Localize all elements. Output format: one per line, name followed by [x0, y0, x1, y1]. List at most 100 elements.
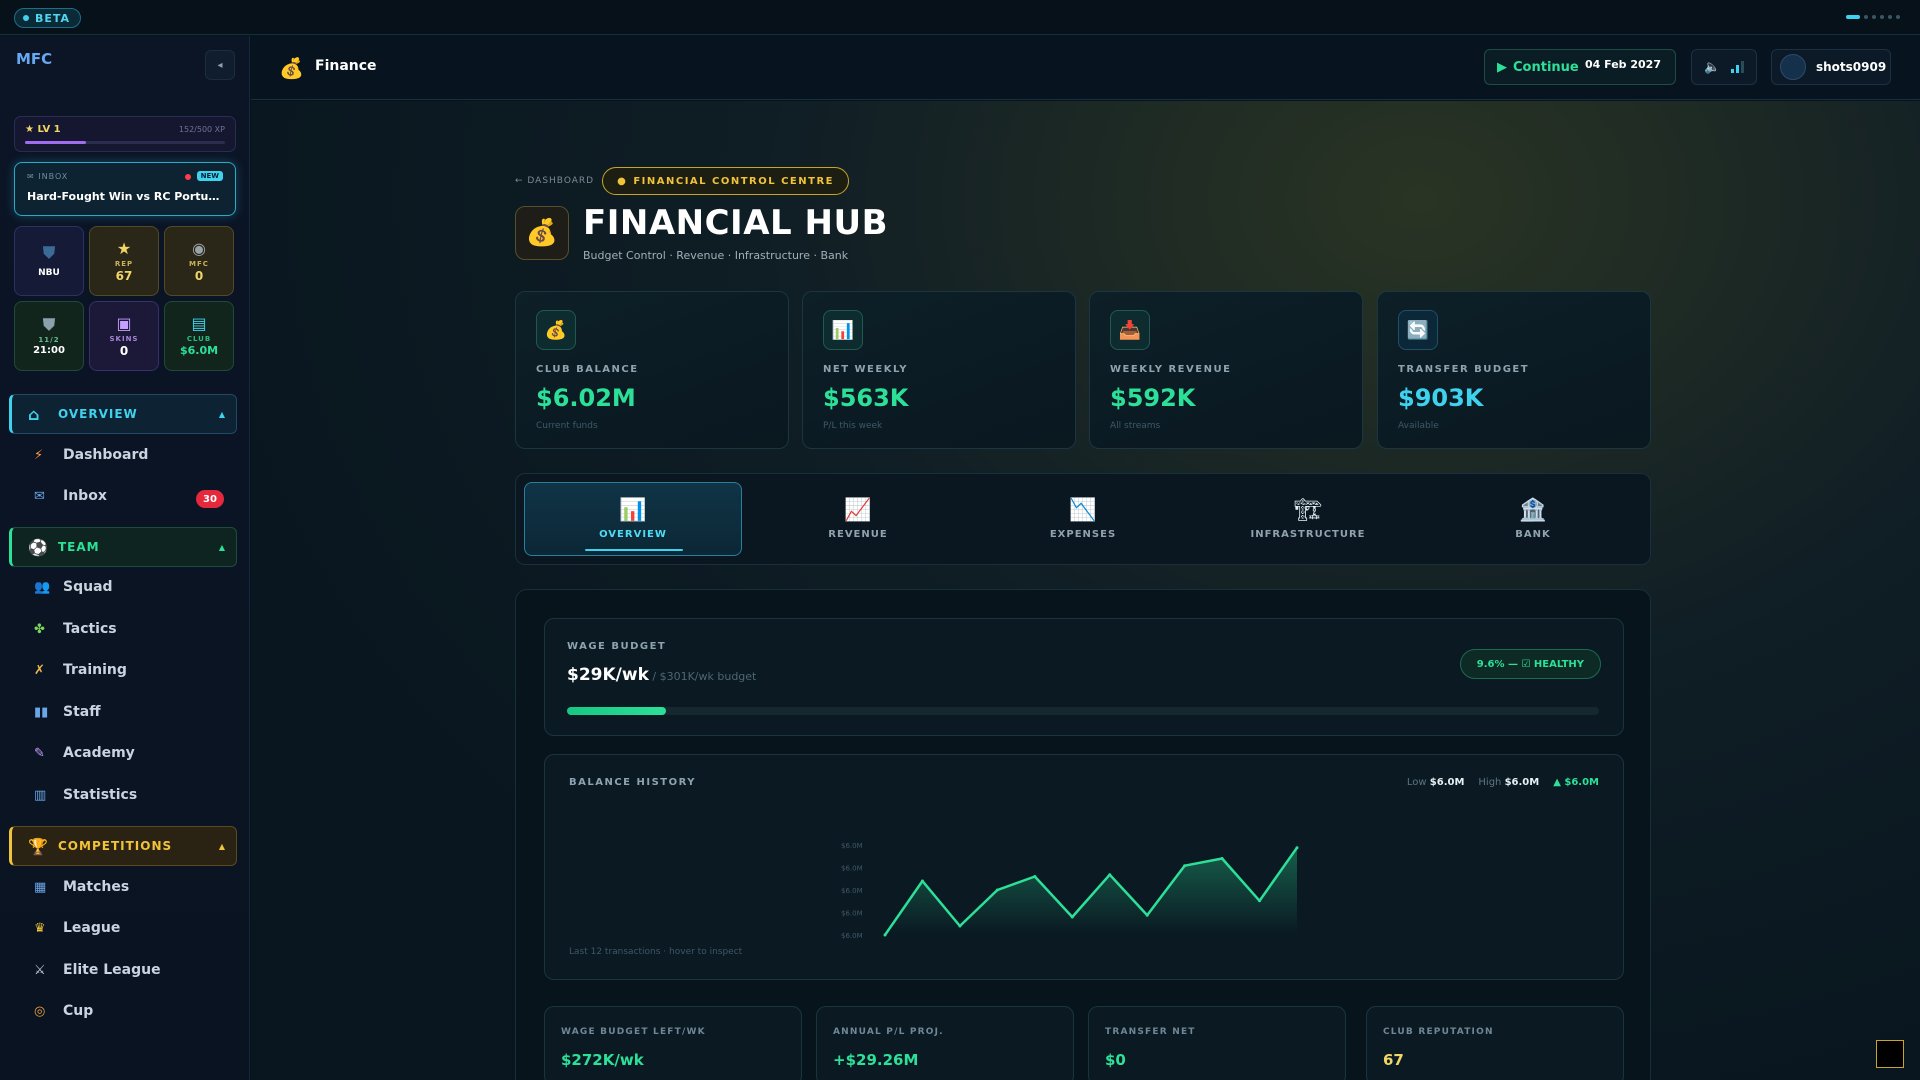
stat-sub: All streams: [1110, 421, 1161, 431]
nav-section-overview[interactable]: ⌂ OVERVIEW ▲: [9, 394, 237, 434]
tab-expenses[interactable]: 📉 EXPENSES: [974, 482, 1192, 556]
stat-label: CLUB BALANCE: [536, 364, 639, 375]
tile-club-balance[interactable]: ▤ CLUB $6.0M: [164, 301, 234, 371]
tile-value: NBU: [38, 268, 60, 278]
balance-point[interactable]: [958, 924, 962, 928]
nav-section-label: TEAM: [58, 540, 100, 554]
page-indicator[interactable]: [1846, 15, 1900, 19]
tab-label: REVENUE: [828, 528, 888, 540]
tab-bank[interactable]: 🏦 BANK: [1424, 482, 1642, 556]
back-to-dashboard-link[interactable]: ← DASHBOARD: [515, 176, 594, 186]
stat-club-reputation: CLUB REPUTATION 67: [1366, 1006, 1624, 1080]
sidebar-item-matches[interactable]: ▦ Matches: [34, 879, 129, 895]
user-profile-button[interactable]: shots0909: [1771, 49, 1891, 85]
tab-revenue[interactable]: 📈 REVENUE: [749, 482, 967, 556]
inbox-preview-message: Hard-Fought Win vs RC Portugal D3...: [27, 190, 227, 203]
trophy-icon: ♛: [34, 920, 46, 936]
sidebar-item-squad[interactable]: 👥 Squad: [34, 579, 113, 595]
wage-budget-value: $29K/wk / $301K/wk budget: [567, 665, 757, 685]
balance-point[interactable]: [1258, 899, 1262, 903]
balance-point[interactable]: [1033, 875, 1037, 878]
mini-stat-value: 67: [1383, 1051, 1404, 1069]
sidebar-collapse-button[interactable]: ◂: [205, 50, 235, 80]
sidebar-item-inbox[interactable]: ✉ Inbox: [34, 488, 107, 504]
sound-toggle[interactable]: 🔈: [1691, 49, 1757, 85]
beta-dot-icon: [23, 15, 29, 21]
beta-label: BETA: [35, 11, 71, 25]
balance-point[interactable]: [883, 933, 887, 937]
mini-stat-value: +$29.26M: [833, 1051, 919, 1069]
medal-icon: ◎: [34, 1003, 46, 1019]
tile-value: 0: [119, 343, 129, 358]
y-tick-label: $6.0M: [841, 842, 863, 850]
balance-point[interactable]: [1108, 873, 1112, 877]
low-stat: Low $6.0M: [1406, 777, 1465, 788]
new-badge: NEW: [196, 171, 223, 181]
balance-history-footer: Last 12 transactions · hover to inspect: [569, 947, 743, 957]
app-logo[interactable]: MFC: [16, 52, 52, 82]
chevron-left-icon: ◂: [217, 59, 223, 71]
balance-area: [885, 847, 1297, 935]
balance-point[interactable]: [920, 879, 924, 883]
tile-skins[interactable]: ▣ SKINS 0: [89, 301, 159, 371]
sidebar-item-elite-league[interactable]: ⚔ Elite League: [34, 962, 161, 978]
stat-card-weekly-revenue: 📥 WEEKLY REVENUE $592K All streams: [1089, 291, 1363, 449]
sidebar-item-statistics[interactable]: ▥ Statistics: [34, 787, 137, 803]
tile-mfc-coins[interactable]: ◉ MFC 0: [164, 226, 234, 296]
balance-history-card: BALANCE HISTORY Low $6.0M High $6.0M ▲ $…: [544, 754, 1624, 980]
sidebar-item-label: Squad: [63, 579, 113, 595]
sidebar-item-label: Elite League: [63, 962, 161, 978]
star-icon: ★: [116, 238, 132, 258]
tile-next-match[interactable]: ⛊ 11/2 21:00: [14, 301, 84, 371]
balance-point[interactable]: [1070, 915, 1074, 919]
money-bag-icon: 💰: [515, 206, 569, 260]
beta-badge: BETA: [14, 8, 82, 28]
balance-point[interactable]: [1183, 864, 1187, 868]
balance-point[interactable]: [1145, 913, 1149, 917]
tile-club-crest[interactable]: ⛊ NBU: [14, 226, 84, 296]
sidebar-item-staff[interactable]: ▮▮ Staff: [34, 704, 101, 720]
wage-budget-card: WAGE BUDGET $29K/wk / $301K/wk budget 9.…: [544, 618, 1624, 736]
tab-overview[interactable]: 📊 OVERVIEW: [524, 482, 742, 556]
header-bar: 💰 Finance ▶ Continue 04 Feb 2027 🔈 shots…: [251, 36, 1920, 100]
stat-transfer-net: TRANSFER NET $0: [1088, 1006, 1346, 1080]
balance-point[interactable]: [995, 888, 999, 892]
sidebar-item-label: Statistics: [63, 787, 138, 803]
continue-button[interactable]: ▶ Continue 04 Feb 2027: [1484, 49, 1676, 85]
tab-label: EXPENSES: [1049, 528, 1117, 540]
balance-point[interactable]: [1220, 857, 1224, 860]
tile-value: 21:00: [33, 345, 65, 356]
balance-point[interactable]: [1295, 846, 1299, 850]
health-badge: 9.6% — ☑ HEALTHY: [1459, 649, 1601, 679]
tile-key: SKINS: [109, 334, 139, 343]
tile-key: CLUB: [186, 335, 212, 343]
sidebar-item-training[interactable]: ✗ Training: [34, 662, 127, 678]
wage-budget-label: WAGE BUDGET: [567, 641, 667, 652]
sidebar-item-cup[interactable]: ◎ Cup: [34, 1003, 93, 1019]
skins-icon: ▣: [116, 313, 132, 333]
play-icon: ▶: [1497, 59, 1507, 75]
nav-section-team[interactable]: ⚽ TEAM ▲: [9, 527, 237, 567]
inbox-preview-card[interactable]: ✉ INBOX NEW Hard-Fought Win vs RC Portug…: [14, 162, 236, 216]
people-icon: 👥: [34, 579, 51, 595]
tile-reputation[interactable]: ★ REP 67: [89, 226, 159, 296]
sidebar-item-tactics[interactable]: ✤ Tactics: [34, 621, 117, 637]
dot-icon: ●: [617, 175, 628, 187]
balance-history-chart[interactable]: $6.0M $6.0M $6.0M $6.0M $6.0M: [841, 815, 1321, 945]
tab-label: BANK: [1515, 528, 1551, 540]
corner-widget[interactable]: [1876, 1040, 1904, 1068]
trend-down-icon: 📉: [1069, 497, 1097, 523]
xp-bar-fill: [25, 141, 86, 144]
tab-infrastructure[interactable]: 🏗 INFRASTRUCTURE: [1199, 482, 1417, 556]
top-strip: BETA: [0, 0, 1920, 35]
stat-sub: P/L this week: [823, 421, 883, 431]
main-content: ← DASHBOARD ● FINANCIAL CONTROL CENTRE 💰 …: [251, 101, 1920, 1080]
club-icon: ▤: [191, 314, 207, 333]
nav-section-competitions[interactable]: 🏆 COMPETITIONS ▲: [9, 826, 237, 866]
sidebar-item-dashboard[interactable]: ⚡ Dashboard: [34, 447, 148, 463]
mini-stat-label: CLUB REPUTATION: [1383, 1027, 1494, 1037]
stat-label: TRANSFER BUDGET: [1398, 364, 1530, 375]
nav-section-label: OVERVIEW: [58, 407, 138, 421]
sidebar-item-league[interactable]: ♛ League: [34, 920, 120, 936]
sidebar-item-academy[interactable]: ✎ Academy: [34, 745, 135, 761]
